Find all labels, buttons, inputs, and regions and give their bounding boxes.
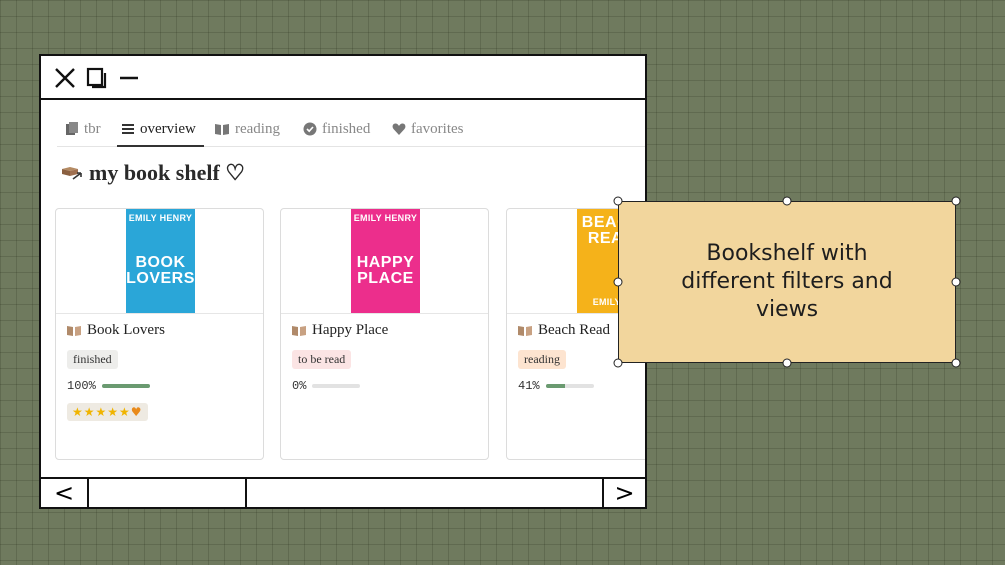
resize-handle[interactable] xyxy=(782,358,792,368)
tab-tbr[interactable]: tbr xyxy=(65,114,101,144)
tab-finished[interactable]: finished xyxy=(303,114,370,144)
books-icon xyxy=(66,122,78,135)
tab-label: overview xyxy=(140,120,196,137)
book-title[interactable]: Happy Place xyxy=(291,322,388,339)
app-window: tbr overview reading finished favorites xyxy=(39,54,647,509)
rating: ★★★★★♥ xyxy=(67,403,148,421)
rating-stars: ★★★★★ xyxy=(72,405,131,419)
cover-author: EMILY HENRY xyxy=(128,213,193,223)
page-title: my book shelf ♡ xyxy=(61,160,245,186)
footer-cell xyxy=(87,479,245,507)
tab-label: reading xyxy=(235,120,280,137)
resize-handle[interactable] xyxy=(782,196,792,206)
cover-area: EMILY HENRY BOOK LOVERS xyxy=(56,209,263,314)
cover-title: HAPPY PLACE xyxy=(356,254,415,287)
cover-author: EMILY HENRY xyxy=(353,213,418,223)
resize-handle[interactable] xyxy=(613,277,623,287)
resize-handle[interactable] xyxy=(951,277,961,287)
resize-handle[interactable] xyxy=(613,196,623,206)
progress-bar xyxy=(545,384,594,388)
open-book-icon xyxy=(292,325,306,336)
progress: 41% xyxy=(518,379,594,393)
window-footer: < > xyxy=(41,477,645,507)
resize-handle[interactable] xyxy=(951,358,961,368)
open-book-icon xyxy=(215,124,229,135)
book-cover: EMILY HENRY HAPPY PLACE xyxy=(351,209,420,313)
resize-handle[interactable] xyxy=(613,358,623,368)
tab-overview[interactable]: overview xyxy=(117,114,204,147)
book-cover: EMILY HENRY BOOK LOVERS xyxy=(126,209,195,313)
progress-text: 0% xyxy=(292,379,307,393)
resize-handle[interactable] xyxy=(951,196,961,206)
book-title-text: Beach Read xyxy=(538,322,611,338)
progress-fill xyxy=(101,384,150,388)
tab-reading[interactable]: reading xyxy=(214,114,280,144)
book-shelf-icon xyxy=(62,167,82,180)
check-circle-icon xyxy=(303,122,317,136)
status-badge: reading xyxy=(518,350,566,369)
progress: 100% xyxy=(67,379,150,393)
prev-button[interactable]: < xyxy=(41,479,87,507)
page-title-text: my book shelf ♡ xyxy=(89,160,246,185)
progress-text: 41% xyxy=(518,379,540,393)
heart-icon xyxy=(392,123,406,135)
callout-box: Bookshelf with different filters and vie… xyxy=(618,201,956,363)
next-button[interactable]: > xyxy=(602,479,645,507)
tab-label: favorites xyxy=(411,120,464,137)
footer-cell xyxy=(245,479,602,507)
tab-label: finished xyxy=(322,120,371,137)
tab-label: tbr xyxy=(84,120,101,137)
book-card[interactable]: EMILY HENRY BOOK LOVERS Book Lovers fini… xyxy=(55,208,264,460)
status-badge: to be read xyxy=(292,350,352,369)
list-icon xyxy=(122,124,134,134)
book-title[interactable]: Book Lovers xyxy=(66,322,165,339)
progress-text: 100% xyxy=(67,379,96,393)
rating-heart-icon: ♥ xyxy=(130,405,143,419)
tab-favorites[interactable]: favorites xyxy=(392,114,463,144)
progress: 0% xyxy=(292,379,361,393)
progress-bar xyxy=(312,384,361,388)
book-title-text: Book Lovers xyxy=(87,322,165,338)
restore-icon[interactable] xyxy=(85,66,109,90)
book-title[interactable]: Beach Read xyxy=(517,322,610,339)
status-badge: finished xyxy=(67,350,118,369)
page-content: tbr overview reading finished favorites xyxy=(41,100,645,477)
cover-area: EMILY HENRY HAPPY PLACE xyxy=(281,209,488,314)
progress-bar xyxy=(101,384,150,388)
open-book-icon xyxy=(518,325,532,336)
callout-text: Bookshelf with different filters and vie… xyxy=(681,241,893,322)
progress-fill xyxy=(545,384,566,388)
book-card[interactable]: EMILY HENRY HAPPY PLACE Happy Place to b… xyxy=(280,208,489,460)
cover-title: BOOK LOVERS xyxy=(126,254,195,287)
title-bar xyxy=(41,56,645,100)
close-icon[interactable] xyxy=(53,66,77,90)
open-book-icon xyxy=(67,325,81,336)
view-tabs: tbr overview reading finished favorites xyxy=(57,114,645,147)
book-title-text: Happy Place xyxy=(312,322,389,338)
minimize-icon[interactable] xyxy=(117,66,141,90)
